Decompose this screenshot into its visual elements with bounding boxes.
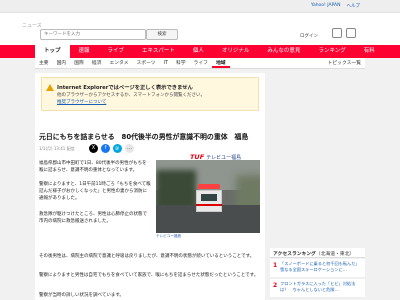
warning-icon	[46, 84, 54, 91]
warning-body: 他のブラウザーからアクセスするか、スマートフォンから閲覧ください。 推奨ブラウザ…	[57, 92, 257, 106]
article-paragraph: 警察によりますと男性は自宅でもちを食べていて家族で、喉にもちを詰まらせた状態だっ…	[39, 273, 259, 278]
rank-title: 「スノーボードに乗ると何千回も転んだ」雪なる全国スキーロケーションに…	[280, 261, 360, 272]
nav-item-ranking[interactable]: ランキング	[309, 45, 354, 58]
publish-time: 1/1(月) 13:41 配信	[39, 146, 75, 151]
x-share-icon[interactable]: X	[89, 144, 98, 153]
facebook-share-icon[interactable]: f	[101, 144, 110, 153]
category-entertainment[interactable]: エンタメ	[105, 58, 132, 68]
browser-warning: Internet Explorerではページを正しく表示できません 他のブラウザ…	[41, 77, 259, 111]
photo-caption: テレビユー福島	[156, 234, 182, 238]
article-photo[interactable]	[156, 160, 260, 233]
ambulance-window	[201, 194, 217, 201]
yahoo-japan-link[interactable]: Yahoo! JAPAN	[311, 3, 341, 9]
category-sports[interactable]: スポーツ	[132, 58, 159, 68]
nav-item-expert[interactable]: エキスパート	[133, 45, 184, 58]
category-nav: 主要 国内 国際 経済 エンタメ スポーツ IT 科学 ライフ 地域 トピックス…	[35, 58, 365, 69]
category-science[interactable]: 科学	[172, 58, 190, 68]
search-button[interactable]: 検索	[146, 29, 178, 40]
article-column: Internet Explorerではページを正しく表示できません 他のブラウザ…	[35, 73, 265, 300]
category-local[interactable]: 地域	[211, 58, 230, 68]
help-link[interactable]: ヘルプ	[347, 3, 361, 9]
access-ranking-header: アクセスランキング（北海道・東北）	[270, 248, 365, 258]
article-paragraph: 警察が当時の詳しい状況を調べています。	[39, 293, 124, 298]
warning-title: Internet Explorerではページを正しく表示できません	[57, 85, 193, 91]
category-it[interactable]: IT	[160, 58, 172, 68]
ambulance-stripe	[196, 204, 222, 206]
rank-number: 2	[273, 282, 278, 289]
nav-item-personal[interactable]: 個人	[184, 45, 213, 58]
nav-item-top[interactable]: トップ	[35, 45, 70, 58]
topics-list-link[interactable]: トピックス一覧	[324, 58, 365, 68]
category-international[interactable]: 国際	[70, 58, 88, 68]
ranking-item[interactable]: 2 フロントガラスに入った「ヒビ」対処法は？ ちゃんとしないと危険…	[270, 279, 365, 298]
rank-title: フロントガラスに入った「ヒビ」対処法は？ ちゃんとしないと危険…	[280, 281, 356, 292]
category-life[interactable]: ライフ	[190, 58, 212, 68]
warning-text: 他のブラウザーからアクセスするか、スマートフォンから閲覧ください。	[57, 93, 206, 98]
article-paragraph: その後男性は、病院主の病院で意識と呼吸は戻りましたが、意識不明の状態が続いている…	[39, 254, 255, 259]
nav-item-live[interactable]: ライブ	[99, 45, 134, 58]
recommended-browser-link[interactable]: 推奨ブラウザーについて	[57, 100, 106, 105]
ranking-title: アクセスランキング	[273, 252, 316, 257]
article-paragraph: 救急隊が駆けつけたところ、男性は心肺停止の状態で市内の病院に救急搬送されました。	[39, 212, 147, 224]
right-sidebar: アクセスランキング（北海道・東北） 1 「スノーボードに乗ると何千回も転んだ」雪…	[270, 73, 365, 300]
nav-item-paid[interactable]: 有料	[355, 45, 384, 58]
main-nav: トップ 速報 ライブ エキスパート 個人 オリジナル みんなの意見 ランキング …	[0, 45, 400, 58]
category-main[interactable]: 主要	[35, 58, 53, 68]
login-link[interactable]: ログイン	[300, 33, 318, 39]
category-economy[interactable]: 経済	[88, 58, 106, 68]
utility-links: Yahoo! JAPAN ヘルプ	[311, 3, 360, 9]
provider-logo[interactable]: TUF テレビユー福島	[190, 144, 241, 161]
rank-number: 1	[273, 262, 278, 269]
article-headline: 元日にもちを詰まらせる 80代後半の男性が意識不明の重体 福島	[39, 133, 249, 141]
article-paragraph: 警察によりますと、1日午前11時ごろ「もちを食べて喉詰んだ様子がおかしくなった」…	[39, 182, 151, 201]
nav-item-breaking[interactable]: 速報	[70, 45, 99, 58]
ranking-region: （北海道・東北）	[315, 252, 355, 257]
menu-icon[interactable]	[346, 28, 356, 38]
ranking-item[interactable]: 1 「スノーボードに乗ると何千回も転んだ」雪なる全国スキーロケーションに…	[270, 259, 365, 278]
bookmark-share-icon[interactable]: B!	[113, 144, 122, 153]
article-paragraph: 福島県郡山市中田町で1日、80代後半の男性がもちを喉に詰まらせ、意識不明の重体と…	[39, 161, 147, 173]
site-header: ニュース 検索 ログイン	[0, 13, 400, 45]
site-logo[interactable]: ニュース	[22, 22, 42, 29]
article-meta: 1/1(月) 13:41 配信 X f B! … TUF テレビユー福島	[39, 144, 263, 161]
search-input[interactable]	[40, 29, 146, 40]
notification-icon[interactable]	[332, 28, 342, 38]
category-domestic[interactable]: 国内	[53, 58, 71, 68]
more-share-icon[interactable]: …	[125, 144, 134, 153]
nav-item-opinions[interactable]: みんなの意見	[258, 45, 309, 58]
nav-item-original[interactable]: オリジナル	[213, 45, 259, 58]
ambulance-light	[198, 184, 220, 189]
utility-bar: Yahoo! JAPAN ヘルプ	[0, 0, 400, 13]
